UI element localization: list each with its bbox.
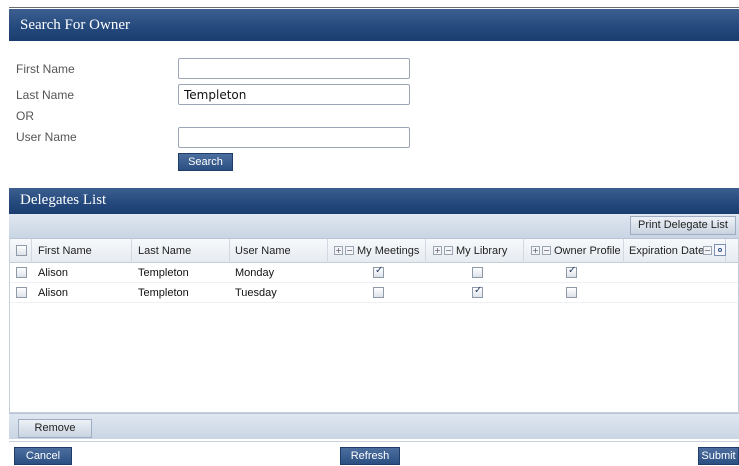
header-last-name[interactable]: Last Name — [132, 239, 230, 263]
minus-icon[interactable]: − — [345, 246, 354, 255]
footer-divider — [9, 441, 739, 442]
row-first-name: Alison — [38, 287, 68, 299]
row-user-name: Tuesday — [235, 287, 277, 299]
header-my-meetings[interactable]: + − My Meetings — [328, 239, 426, 263]
my-meetings-checkbox[interactable] — [373, 287, 384, 298]
header-last-name-label: Last Name — [138, 245, 192, 257]
header-my-library-label: My Library — [456, 245, 508, 257]
calendar-icon[interactable] — [714, 244, 726, 256]
delegates-grid: First Name Last Name User Name + − My Me… — [9, 238, 739, 413]
plus-icon[interactable]: + — [334, 246, 343, 255]
header-select-cell — [10, 239, 32, 263]
table-row[interactable]: Alison Templeton Monday — [10, 263, 738, 283]
delegates-section-title: Delegates List — [20, 192, 107, 208]
grid-header-row: First Name Last Name User Name + − My Me… — [10, 238, 738, 263]
cancel-button[interactable]: Cancel — [14, 447, 72, 465]
my-meetings-checkbox[interactable] — [373, 265, 384, 278]
top-divider — [9, 7, 739, 8]
search-section-header: Search For Owner — [9, 9, 739, 41]
header-user-name-label: User Name — [235, 245, 291, 257]
header-expiration-date[interactable]: Expiration Date − — [624, 239, 726, 263]
header-my-meetings-label: My Meetings — [357, 245, 420, 257]
header-owner-profile-label: Owner Profile — [554, 245, 621, 257]
row-first-name: Alison — [38, 267, 68, 279]
my-library-checkbox[interactable] — [472, 285, 483, 298]
minus-icon[interactable]: − — [542, 246, 551, 255]
submit-button[interactable]: Submit — [698, 447, 739, 465]
last-name-input[interactable] — [178, 84, 410, 105]
minus-icon[interactable]: − — [444, 246, 453, 255]
delegates-section-header: Delegates List — [9, 188, 739, 214]
owner-profile-checkbox[interactable] — [566, 265, 577, 278]
delegates-toolbar: Print Delegate List — [9, 214, 739, 238]
header-user-name[interactable]: User Name — [230, 239, 328, 263]
header-my-library[interactable]: + − My Library — [426, 239, 524, 263]
header-first-name-label: First Name — [38, 245, 92, 257]
minus-icon[interactable]: − — [703, 246, 712, 255]
header-owner-profile[interactable]: + − Owner Profile — [524, 239, 624, 263]
search-button[interactable]: Search — [178, 153, 233, 171]
header-first-name[interactable]: First Name — [32, 239, 132, 263]
refresh-button[interactable]: Refresh — [340, 447, 400, 465]
first-name-input[interactable] — [178, 58, 410, 79]
user-name-label: User Name — [16, 130, 77, 144]
plus-icon[interactable]: + — [531, 246, 540, 255]
row-last-name: Templeton — [138, 267, 189, 279]
header-expiration-date-label: Expiration Date — [629, 245, 705, 257]
owner-profile-checkbox[interactable] — [566, 287, 577, 298]
first-name-label: First Name — [16, 62, 75, 76]
last-name-label: Last Name — [16, 88, 75, 102]
select-all-checkbox[interactable] — [16, 245, 27, 256]
row-last-name: Templeton — [138, 287, 189, 299]
row-select-checkbox[interactable] — [16, 287, 27, 298]
print-delegate-list-button[interactable]: Print Delegate List — [630, 216, 736, 235]
row-select-checkbox[interactable] — [16, 267, 27, 278]
grid-footer-toolbar: Remove — [9, 413, 739, 439]
search-section-title: Search For Owner — [20, 17, 130, 33]
user-name-input[interactable] — [178, 127, 410, 148]
table-row[interactable]: Alison Templeton Tuesday — [10, 283, 738, 303]
remove-button[interactable]: Remove — [18, 419, 92, 438]
plus-icon[interactable]: + — [433, 246, 442, 255]
row-user-name: Monday — [235, 267, 275, 279]
my-library-checkbox[interactable] — [472, 267, 483, 278]
or-label: OR — [16, 109, 34, 123]
